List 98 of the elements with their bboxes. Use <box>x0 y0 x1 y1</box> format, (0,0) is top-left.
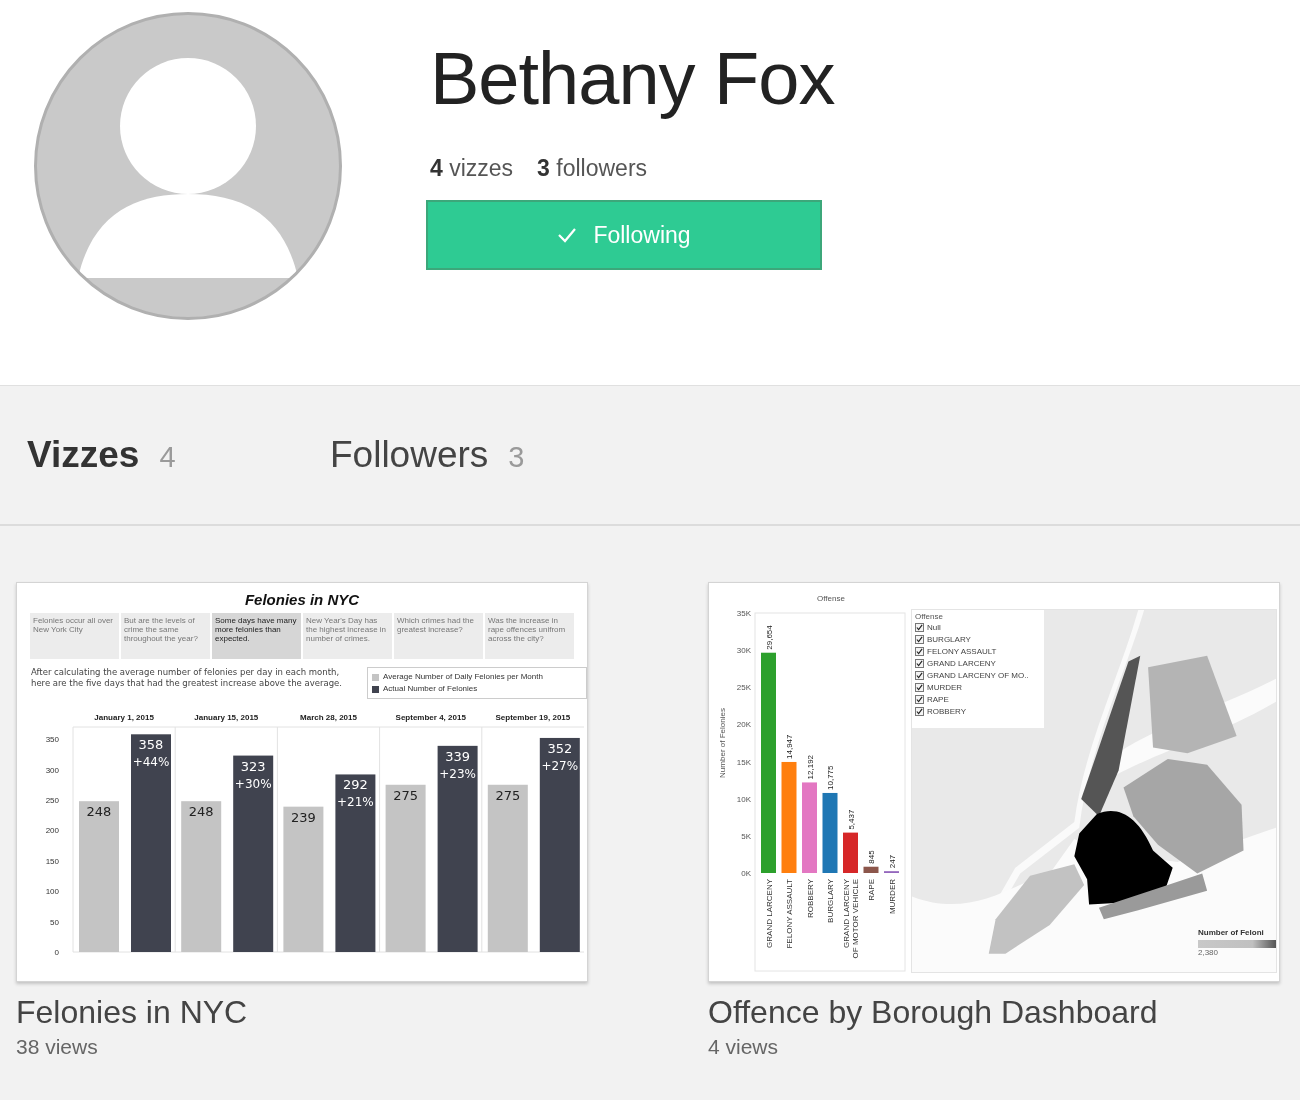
bar-value-label: 5,437 <box>846 809 856 830</box>
bar-value-label: 292 <box>343 777 368 793</box>
bar-value-label: 247 <box>887 854 897 869</box>
story-caption: After calculating the average number of felonies per day in each month, here are the five days that had the greatest increase above the average. <box>31 667 343 690</box>
viz-thumbnail[interactable] <box>16 582 588 982</box>
checkbox[interactable] <box>915 658 924 668</box>
axis-title: Number of Felonies <box>718 708 727 778</box>
filter-label: Null <box>927 622 941 632</box>
story-point[interactable]: But are the levels of crime the same throughout the year? <box>121 613 210 659</box>
category-label: GRAND LARCENY <box>842 879 851 948</box>
category-label: January 1, 2015 <box>94 713 154 722</box>
axis-tick-label: 350 <box>45 735 59 745</box>
bar-value-label: 239 <box>291 809 316 825</box>
checkbox[interactable] <box>915 682 924 692</box>
axis-tick-label: 100 <box>45 887 59 897</box>
bar-value-label: 14,947 <box>785 734 794 759</box>
axis-tick-label: 300 <box>45 765 59 775</box>
followers-stat: 3 followers <box>537 155 648 182</box>
category-label: RAPE <box>867 879 876 901</box>
increase-label: +30% <box>234 776 272 791</box>
profile-name: Bethany Fox <box>430 36 835 121</box>
bar-value-label: 358 <box>138 737 164 753</box>
filter-title: Offense <box>915 612 944 621</box>
story-point[interactable]: Was the increase in rape offences unifrom across the city? <box>485 613 574 659</box>
legend-label: Average Number of Daily Felonies per Month <box>383 671 543 683</box>
bar-value-label: 29,654 <box>764 625 774 650</box>
check-icon <box>557 227 578 243</box>
category-label: GRAND LARCENY <box>764 879 774 948</box>
filter-label: RAPE <box>927 694 949 704</box>
story-point[interactable]: Felonies occur all over New York City <box>30 613 119 659</box>
story-point[interactable]: Which crimes had the greatest increase? <box>394 613 483 659</box>
checkbox[interactable] <box>915 706 924 716</box>
bar-value-label: 352 <box>547 740 573 756</box>
story-point[interactable]: New Year's Day has the highest increase in number of crimes. <box>303 613 392 659</box>
category-label: September 19, 2015 <box>495 713 571 722</box>
category-label: March 28, 2015 <box>300 713 357 722</box>
tab-count: 4 <box>159 441 176 474</box>
vizzes-stat: 4 vizzes <box>430 155 514 182</box>
story-point[interactable]: Some days have many more felonies than expected. <box>212 613 301 659</box>
axis-tick-label: 0 <box>54 948 59 957</box>
checkbox[interactable] <box>915 694 924 704</box>
bar-value-label: 845 <box>867 850 876 864</box>
view-count: 38 views <box>16 1035 99 1059</box>
axis-tick-label: 0K <box>741 869 751 878</box>
filter-label: GRAND LARCENY <box>927 658 996 668</box>
filter-label: GRAND LARCENY OF MO.. <box>927 670 1029 680</box>
checkbox[interactable] <box>915 670 924 680</box>
increase-label: +27% <box>541 758 579 773</box>
bar-value-label: 12,192 <box>805 754 815 780</box>
category-label: January 15, 2015 <box>194 713 259 722</box>
category-label: MURDER <box>887 879 897 915</box>
chart-title: Offense <box>817 594 845 603</box>
axis-tick-label: 35K <box>736 609 751 618</box>
filter-label: ROBBERY <box>927 706 966 716</box>
bar-value-label: 323 <box>240 758 266 774</box>
checkbox[interactable] <box>915 622 924 632</box>
color-legend-title: Number of Feloni <box>1198 928 1265 937</box>
axis-tick-label: 30K <box>736 646 751 656</box>
tab-label: Followers <box>330 434 489 476</box>
axis-tick-label: 25K <box>736 683 751 693</box>
axis-tick-label: 5K <box>741 831 751 841</box>
bar-value-label: 10,775 <box>826 765 835 790</box>
tab-label: Vizzes <box>27 434 140 476</box>
axis-tick-label: 10K <box>736 794 751 804</box>
checkbox[interactable] <box>915 634 924 644</box>
axis-tick-label: 150 <box>45 856 59 866</box>
view-count: 4 views <box>708 1035 780 1059</box>
bar-value-label: 248 <box>188 804 214 820</box>
profile-tab[interactable]: Vizzes 4 <box>27 434 330 476</box>
bar-value-label: 275 <box>495 787 521 803</box>
category-label: OF MOTOR VEHICLE <box>851 879 860 959</box>
category-label: ROBBERY <box>805 879 815 918</box>
bar-value-label: 339 <box>445 748 470 764</box>
filter-label: MURDER <box>927 682 963 692</box>
viz-title[interactable]: Felonies in NYC <box>16 994 591 1031</box>
viz-title[interactable]: Offence by Borough Dashboard <box>708 994 1283 1031</box>
viz-thumbnail[interactable] <box>708 582 1280 982</box>
category-label: FELONY ASSAULT <box>785 879 794 949</box>
bar-value-label: 275 <box>393 787 418 803</box>
increase-label: +21% <box>337 795 374 810</box>
profile-tab[interactable]: Followers 3 <box>330 434 633 476</box>
filter-label: BURGLARY <box>927 634 971 644</box>
axis-tick-label: 250 <box>45 795 59 805</box>
category-label: BURGLARY <box>826 879 835 923</box>
increase-label: +44% <box>132 755 170 770</box>
color-legend-label: 2,380 <box>1198 948 1220 957</box>
axis-tick-label: 15K <box>736 757 751 767</box>
tab-count: 3 <box>508 441 525 474</box>
axis-tick-label: 50 <box>50 917 59 927</box>
legend-label: Actual Number of Felonies <box>383 683 478 695</box>
category-label: September 4, 2015 <box>395 713 466 722</box>
story-heading: Felonies in NYC <box>243 590 361 608</box>
axis-tick-label: 200 <box>45 826 59 836</box>
bar-value-label: 248 <box>86 804 112 820</box>
axis-tick-label: 20K <box>736 720 751 730</box>
filter-label: FELONY ASSAULT <box>927 646 997 656</box>
increase-label: +23% <box>439 766 476 781</box>
checkbox[interactable] <box>915 646 924 656</box>
